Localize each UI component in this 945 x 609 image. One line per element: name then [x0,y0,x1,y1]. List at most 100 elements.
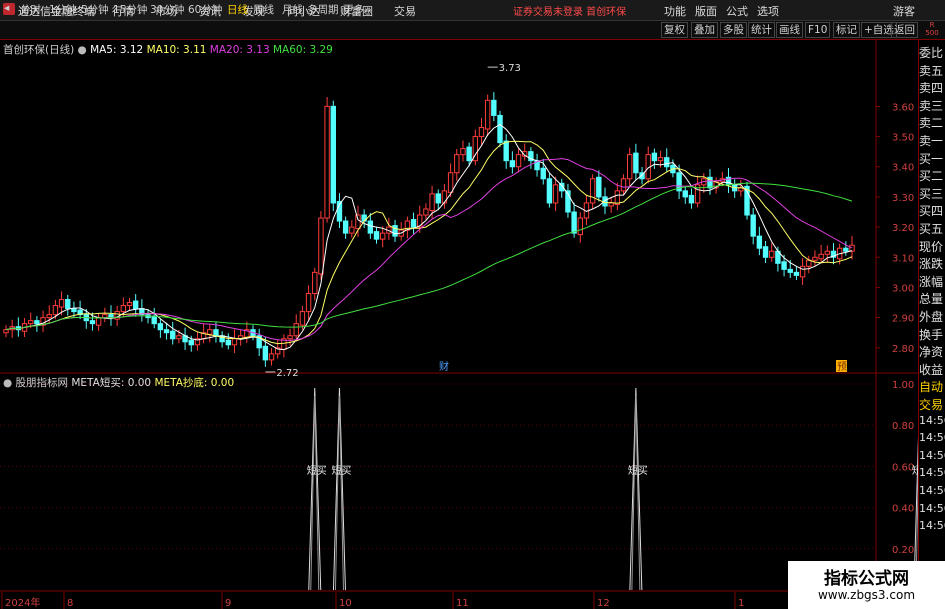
candle-body [657,157,664,162]
candle-body [429,193,435,211]
side-panel-item-9[interactable]: 买四 [919,202,945,219]
side-panel-item-17[interactable]: 净资 [919,343,945,360]
tab-period-3[interactable]: 15分钟 [113,2,147,17]
side-panel-item-27[interactable]: 14:56 [919,519,945,536]
candle-body [46,314,52,319]
candle-body [392,225,398,237]
settings-icon[interactable]: ● [78,44,87,56]
toolbar-btn-8[interactable]: 返回 [891,22,918,38]
side-panel-item-18[interactable]: 收益 [919,361,945,378]
side-panel-item-15[interactable]: 外盘 [919,308,945,325]
tab-period-6[interactable]: 日线 [227,2,248,17]
side-panel-item-14[interactable]: 总量 [919,290,945,307]
tab-period-1[interactable]: 1分钟 [49,2,77,17]
candle-body [818,253,824,260]
tab-period-4[interactable]: 30分钟 [150,2,184,17]
toolbar-btn-1[interactable]: 叠加 [691,22,718,38]
candle-body [756,235,763,249]
side-panel-item-26[interactable]: 14:56 [919,502,945,519]
toolbar-btn-2[interactable]: 多股 [720,22,747,38]
price-label-3: 3.30 [892,193,914,204]
side-panel-item-25[interactable]: 14:56 [919,484,945,501]
tab-period-5[interactable]: 60分钟 [188,2,222,17]
candle-body [460,148,466,156]
side-panel-item-12[interactable]: 涨跌 [919,255,945,272]
chart-area[interactable]: 3.60 3.50 3.40 3.30 3.20 3.10 3.00 2.90 2.80 1.00… [0,40,918,609]
candle-body [497,114,503,144]
side-panel-item-13[interactable]: 涨幅 [919,273,945,290]
side-panel-item-10[interactable]: 买五 [919,220,945,237]
candle-body [95,317,102,326]
toolbar-btn-3[interactable]: 统计 [748,22,775,38]
side-panel-item-8[interactable]: 买三 [919,185,945,202]
side-panel-item-23[interactable]: 14:56 [919,449,945,466]
side-panel-item-24[interactable]: 14:56 [919,466,945,483]
watermark-title: 指标公式网 [824,569,909,589]
right-menu-item-4[interactable]: 游客 [893,3,915,19]
side-panel-item-7[interactable]: 买二 [919,167,945,184]
toolbar-back-icon[interactable]: ◂ [4,2,9,14]
candle-body [305,292,312,313]
candle-body [577,217,583,236]
date-label-4: 11 [456,598,469,609]
side-panel-item-1[interactable]: 卖五 [919,62,945,79]
ma-legend: 首创环保(日线) ● MA5: 3.12 MA10: 3.11 MA20: 3.… [3,42,333,57]
price-label-6: 3.00 [892,283,914,294]
side-panel-item-11[interactable]: 现价 [919,238,945,255]
indicator-name[interactable]: 股朋指标网 [16,377,69,389]
indicator-settings-icon[interactable]: ● [3,377,12,389]
tab-period-7[interactable]: 周线 [253,2,274,17]
ind-axis-label-1: 0.80 [892,421,914,432]
toolbar-btn-6[interactable]: 标记 [833,22,860,38]
menu-item-6[interactable]: 交易 [394,3,416,19]
login-warning[interactable]: 证券交易未登录 首创环保 [513,3,626,18]
tab-period-0[interactable]: 分时 [20,2,41,17]
ma-label-2: MA20: 3.13 [209,44,273,56]
side-panel-item-20[interactable]: 交易 [919,396,945,413]
stock-name[interactable]: 首创环保(日线) [3,44,74,56]
candle-body [120,305,127,313]
side-panel-item-22[interactable]: 14:56 [919,431,945,448]
side-panel-item-6[interactable]: 买一 [919,150,945,167]
ma10-line [5,140,853,345]
candle-body [330,105,336,204]
candle-body [170,330,176,340]
candle-body [293,323,299,337]
right-menu-item-0[interactable]: 功能 [664,3,686,19]
tab-period-9[interactable]: 多周期 [307,2,339,17]
right-menu-item-2[interactable]: 公式 [726,3,748,19]
candle-body [355,214,361,230]
candle-body [589,178,596,204]
date-label-3: 10 [339,598,352,609]
side-panel-item-16[interactable]: 换手 [919,326,945,343]
side-panel-item-3[interactable]: 卖三 [919,97,945,114]
candle-body [367,220,374,234]
side-panel-item-21[interactable]: 14:56 [919,414,945,431]
right-menu-item-3[interactable]: 选项 [757,3,779,19]
level2-corner-badge[interactable]: R 500 [920,21,944,37]
ind-axis-label-0: 1.00 [892,380,914,391]
candle-body [651,152,658,162]
candle-body [410,219,417,228]
toolbar-btn-4[interactable]: 画线 [776,22,803,38]
signal-label: 短买 [331,464,351,477]
tab-period-2[interactable]: 5分钟 [81,2,109,17]
price-label-5: 3.10 [892,253,914,264]
side-panel-item-0[interactable]: 委比 [919,44,945,61]
tab-period-10[interactable]: 更多 › [343,2,372,17]
side-panel-item-2[interactable]: 卖四 [919,79,945,96]
candle-body [441,190,448,204]
candle-body [28,320,34,325]
candle-body [454,154,460,174]
side-panel-item-5[interactable]: 卖一 [919,132,945,149]
candle-body [849,244,855,252]
right-menu-item-1[interactable]: 版面 [695,3,717,19]
tab-period-8[interactable]: 月线 [282,2,303,17]
candle-body [262,345,269,361]
candle-body [102,314,108,319]
toolbar-btn-0[interactable]: 复权 [661,22,688,38]
toolbar-btn-5[interactable]: F10 [805,22,831,38]
side-panel-item-4[interactable]: 卖二 [919,114,945,131]
side-panel-item-19[interactable]: 自动 [919,378,945,395]
candle-body [552,184,559,204]
